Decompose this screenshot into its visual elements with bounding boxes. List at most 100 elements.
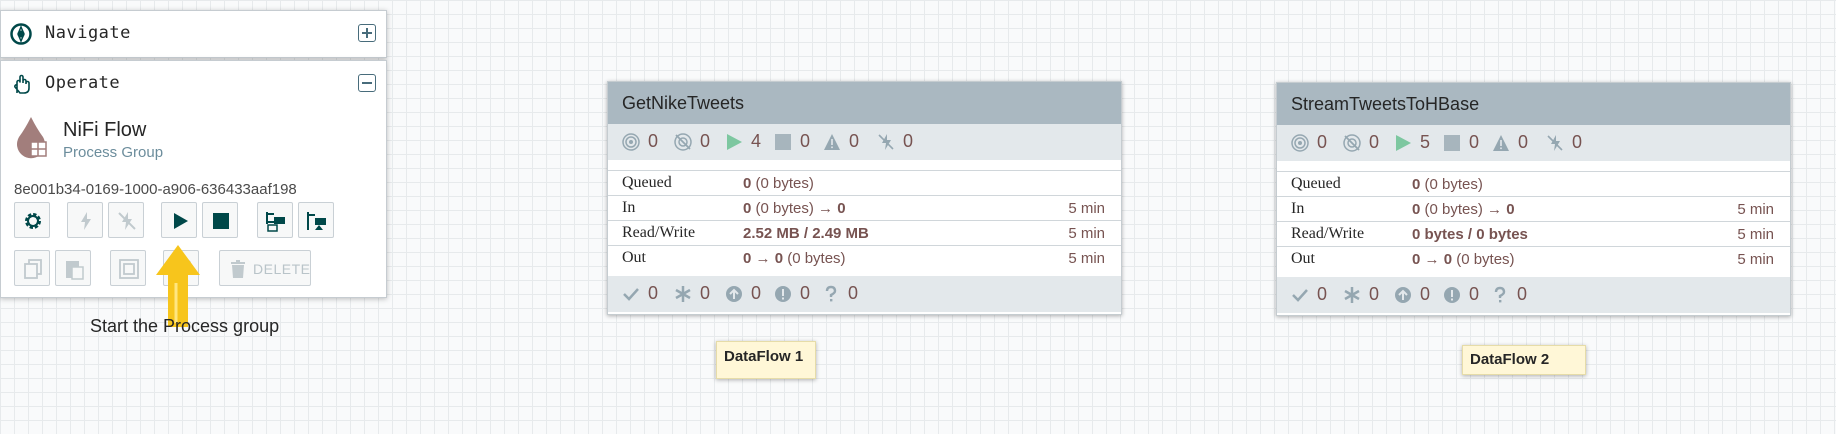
transmitting-count: 0 [648, 131, 659, 151]
up-to-date-count: 0 [648, 283, 659, 303]
annotation-text: Start the Process group [90, 316, 280, 336]
operate-title: Operate [45, 73, 121, 93]
play-icon [174, 213, 188, 229]
expand-icon[interactable] [358, 24, 376, 42]
not-transmitting-count: 0 [1369, 132, 1380, 152]
operate-header[interactable]: Operate [1, 61, 386, 107]
in-label: In [622, 199, 636, 216]
read-write-time: 5 min [1737, 226, 1774, 243]
modified-stale-count: 0 [800, 283, 811, 303]
copy-button[interactable] [14, 250, 50, 286]
not-transmitting-icon [674, 133, 692, 151]
disabled-count: 0 [903, 131, 914, 151]
out-value: 0 → 0 (0 bytes) [1412, 251, 1515, 268]
paste-button[interactable] [55, 250, 91, 286]
delete-label: DELETE [253, 261, 311, 277]
stale-count: 0 [1420, 284, 1431, 304]
group-button[interactable] [110, 250, 146, 286]
navigate-panel: Navigate [0, 10, 387, 58]
component-stats-bar: 0 0 4 0 0 0 [608, 124, 1121, 160]
check-icon [1292, 289, 1308, 302]
process-group-icon [17, 117, 47, 159]
component-stats-bar: 0 0 5 0 0 0 [1277, 125, 1790, 161]
template-icon [266, 212, 285, 232]
arrow-up-circle-icon [726, 286, 742, 302]
transmitting-icon [622, 133, 640, 151]
sync-failure-count: 0 [1517, 284, 1528, 304]
exclamation-circle-icon [1444, 287, 1460, 303]
stop-button[interactable] [202, 202, 238, 238]
navigate-header[interactable]: Navigate [1, 11, 386, 57]
stopped-count: 0 [800, 131, 811, 151]
locally-modified-count: 0 [1369, 284, 1380, 304]
disabled-count: 0 [1572, 132, 1583, 152]
flow-name: NiFi Flow [63, 119, 147, 141]
canvas-label[interactable]: DataFlow 1 [716, 341, 816, 379]
locally-modified-count: 0 [700, 283, 711, 303]
process-group-metrics: Queued 0 (0 bytes) In 0 (0 bytes) → 0 5 … [1277, 161, 1790, 277]
out-row: Out 0 → 0 (0 bytes) 5 min [608, 245, 1121, 271]
paste-icon [66, 261, 84, 280]
compass-icon [10, 23, 32, 45]
warning-icon [1493, 135, 1509, 151]
in-label: In [1291, 200, 1305, 217]
collapse-icon[interactable] [358, 74, 376, 92]
stop-icon [213, 213, 229, 229]
in-value: 0 (0 bytes) → 0 [743, 200, 846, 217]
flow-type: Process Group [63, 144, 164, 161]
create-template-button[interactable] [257, 202, 293, 238]
in-time: 5 min [1737, 201, 1774, 218]
stopped-icon [775, 134, 791, 150]
read-write-time: 5 min [1068, 225, 1105, 242]
delete-button[interactable]: DELETE [219, 250, 311, 286]
configure-button[interactable] [14, 202, 50, 238]
upload-template-button[interactable] [298, 202, 334, 238]
arrow-up-circle-icon [1395, 287, 1411, 303]
warning-icon [824, 134, 840, 150]
stopped-count: 0 [1469, 132, 1480, 152]
flow-id: 8e001b34-0169-1000-a906-636433aaf198 [14, 181, 297, 198]
stale-count: 0 [751, 283, 762, 303]
lightning-off-icon [118, 212, 136, 230]
navigate-title: Navigate [45, 23, 131, 43]
process-group-title: StreamTweetsToHBase [1277, 83, 1790, 125]
queued-label: Queued [1291, 175, 1341, 192]
question-icon [1494, 286, 1506, 303]
out-time: 5 min [1737, 251, 1774, 268]
read-write-value: 0 bytes / 0 bytes [1412, 226, 1528, 243]
running-icon [727, 134, 742, 150]
queued-label: Queued [622, 174, 672, 191]
asterisk-icon [675, 286, 691, 302]
canvas-label[interactable]: DataFlow 2 [1462, 345, 1586, 375]
disable-button[interactable] [108, 202, 144, 238]
lightning-icon [81, 212, 91, 230]
queued-row: Queued 0 (0 bytes) [608, 170, 1121, 196]
invalid-count: 0 [1518, 132, 1529, 152]
process-group-card[interactable]: GetNikeTweets 0 0 4 0 0 0 Queued 0 (0 by… [607, 81, 1122, 315]
question-icon [825, 285, 837, 302]
read-write-row: Read/Write 0 bytes / 0 bytes 5 min [1277, 221, 1790, 247]
sync-failure-count: 0 [848, 283, 859, 303]
in-row: In 0 (0 bytes) → 0 5 min [1277, 196, 1790, 222]
read-write-label: Read/Write [1291, 225, 1365, 242]
asterisk-icon [1344, 287, 1360, 303]
check-icon [623, 288, 639, 301]
out-row: Out 0 → 0 (0 bytes) 5 min [1277, 246, 1790, 272]
version-stats-bar: 0 0 0 0 0 [1277, 277, 1790, 313]
start-button[interactable] [161, 202, 197, 238]
modified-stale-count: 0 [1469, 284, 1480, 304]
up-to-date-count: 0 [1317, 284, 1328, 304]
process-group-card[interactable]: StreamTweetsToHBase 0 0 5 0 0 0 Queued 0… [1276, 82, 1791, 316]
not-transmitting-count: 0 [700, 131, 711, 151]
in-value: 0 (0 bytes) → 0 [1412, 201, 1515, 218]
out-value: 0 → 0 (0 bytes) [743, 250, 846, 267]
transmitting-icon [1291, 134, 1309, 152]
disabled-icon [1547, 135, 1563, 151]
out-label: Out [1291, 250, 1315, 267]
running-count: 4 [751, 131, 762, 151]
read-write-row: Read/Write 2.52 MB / 2.49 MB 5 min [608, 220, 1121, 246]
enable-button[interactable] [67, 202, 103, 238]
process-group-metrics: Queued 0 (0 bytes) In 0 (0 bytes) → 0 5 … [608, 160, 1121, 276]
stopped-icon [1444, 135, 1460, 151]
queued-value: 0 (0 bytes) [1412, 176, 1483, 193]
